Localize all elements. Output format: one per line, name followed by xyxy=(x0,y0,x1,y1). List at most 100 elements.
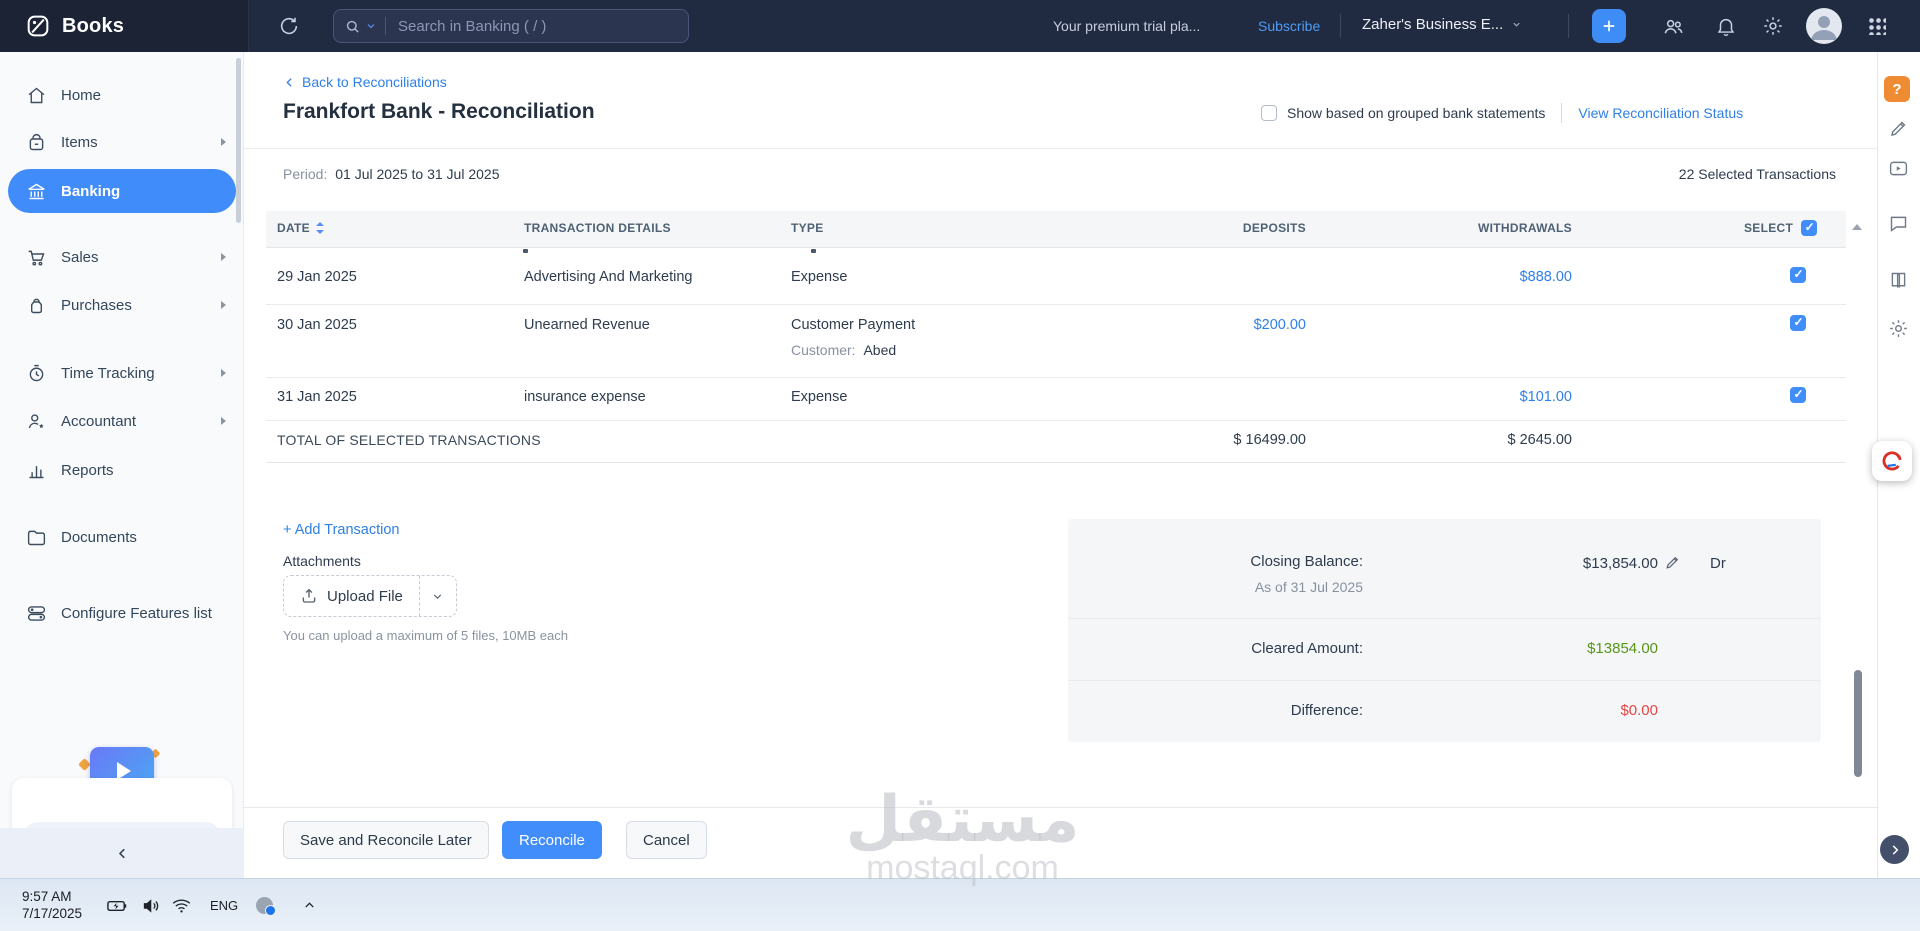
notifications-bell-icon[interactable] xyxy=(1715,15,1737,37)
strip-settings-gear-icon[interactable] xyxy=(1888,318,1909,339)
edit-pencil-icon[interactable] xyxy=(1664,554,1681,571)
divider xyxy=(244,148,1877,149)
settings-gear-icon[interactable] xyxy=(1762,15,1784,37)
table-row[interactable]: 30 Jan 2025 Unearned Revenue Customer Pa… xyxy=(266,304,1846,378)
battery-icon[interactable] xyxy=(106,879,129,931)
taskbar-clock[interactable]: 9:57 AM 7/17/2025 xyxy=(22,888,82,922)
column-header-type: TYPE xyxy=(791,221,824,235)
sidebar-item-items[interactable]: Items xyxy=(0,122,244,162)
expand-panel-button[interactable] xyxy=(1880,835,1909,864)
page-scrollbar-thumb[interactable] xyxy=(1854,670,1862,777)
grouped-statements-checkbox[interactable] xyxy=(1261,105,1277,121)
brand-area: Books xyxy=(0,0,249,52)
chevron-down-icon xyxy=(1511,19,1522,30)
difference-label: Difference: xyxy=(1068,702,1363,719)
top-navbar: Books Your premium trial pla... Subscrib… xyxy=(0,0,1920,52)
browser-extension-badge[interactable] xyxy=(1872,441,1912,481)
cleared-amount-label: Cleared Amount: xyxy=(1068,640,1363,657)
sidebar-item-sales[interactable]: Sales xyxy=(0,237,244,277)
search-input[interactable] xyxy=(396,17,678,36)
total-label: TOTAL OF SELECTED TRANSACTIONS xyxy=(277,432,541,448)
back-to-reconciliations-link[interactable]: Back to Reconciliations xyxy=(283,74,447,90)
user-avatar[interactable] xyxy=(1806,8,1842,44)
volume-icon[interactable] xyxy=(141,879,162,931)
help-button[interactable]: ? xyxy=(1884,76,1910,102)
wifi-icon[interactable] xyxy=(171,879,192,931)
sidebar-item-label: Time Tracking xyxy=(61,365,155,382)
documents-folder-icon xyxy=(26,527,47,548)
closing-balance-row: Closing Balance: As of 31 Jul 2025 $13,8… xyxy=(1068,519,1821,619)
sidebar-item-label: Reports xyxy=(61,462,114,479)
nav-divider xyxy=(1340,14,1341,38)
cell-date: 30 Jan 2025 xyxy=(277,317,357,333)
sidebar-collapse-button[interactable] xyxy=(0,828,244,878)
sidebar-item-purchases[interactable]: Purchases xyxy=(0,285,244,325)
reconcile-button[interactable]: Reconcile xyxy=(502,821,602,859)
sidebar-item-reports[interactable]: Reports xyxy=(0,450,244,490)
sidebar-item-label: Home xyxy=(61,87,101,104)
search-scope-chevron-icon[interactable] xyxy=(365,20,377,32)
total-deposits: $ 16499.00 xyxy=(1116,432,1306,448)
cleared-amount-row: Cleared Amount: $13854.00 xyxy=(1068,619,1821,681)
column-header-details: TRANSACTION DETAILS xyxy=(524,221,671,235)
sidebar-item-banking[interactable]: Banking xyxy=(8,169,236,213)
scroll-up-arrow[interactable] xyxy=(1852,224,1862,230)
global-search[interactable] xyxy=(333,9,689,43)
sidebar-item-time-tracking[interactable]: Time Tracking xyxy=(0,353,244,393)
sidebar-item-label: Sales xyxy=(61,249,99,266)
selected-transactions-count: 22 Selected Transactions xyxy=(1679,166,1836,182)
search-divider xyxy=(385,17,386,35)
deposit-amount-link[interactable]: $200.00 xyxy=(1116,317,1306,333)
closing-balance-value: $13,854.00 xyxy=(1418,555,1658,572)
invite-users-icon[interactable] xyxy=(1662,15,1685,38)
withdrawal-amount-link[interactable]: $888.00 xyxy=(1382,269,1572,285)
sort-icon[interactable] xyxy=(316,222,324,234)
sidebar-item-label: Purchases xyxy=(61,297,132,314)
table-row[interactable]: 31 Jan 2025 insurance expense Expense $1… xyxy=(266,377,1846,421)
sidebar-item-home[interactable]: Home xyxy=(0,75,244,115)
subscribe-link[interactable]: Subscribe xyxy=(1258,18,1320,34)
sidebar-item-accountant[interactable]: Accountant xyxy=(0,401,244,441)
main-content: Back to Reconciliations Frankfort Bank -… xyxy=(244,52,1877,878)
video-tutorials-icon[interactable] xyxy=(1888,158,1909,179)
knowledge-base-icon[interactable] xyxy=(1888,270,1909,291)
zoho-books-window: Books Your premium trial pla... Subscrib… xyxy=(0,0,1920,931)
upload-options-dropdown[interactable] xyxy=(420,576,456,616)
total-row: TOTAL OF SELECTED TRANSACTIONS $ 16499.0… xyxy=(266,420,1846,463)
save-and-reconcile-later-button[interactable]: Save and Reconcile Later xyxy=(283,821,489,859)
action-bar: Save and Reconcile Later Reconcile Cance… xyxy=(244,807,1877,879)
recent-history-icon[interactable] xyxy=(278,15,300,37)
sidebar-item-label: Items xyxy=(61,134,98,151)
add-transaction-link[interactable]: + Add Transaction xyxy=(283,522,399,538)
upload-file-button[interactable]: Upload File xyxy=(283,575,457,617)
organization-selector[interactable]: Zaher's Business E... xyxy=(1362,16,1522,33)
cancel-button[interactable]: Cancel xyxy=(626,821,707,859)
column-header-deposits: DEPOSITS xyxy=(1116,221,1306,235)
chevron-left-icon xyxy=(283,76,296,89)
plus-icon xyxy=(1600,17,1618,35)
tray-app-icon[interactable] xyxy=(256,879,273,931)
feedback-chat-icon[interactable] xyxy=(1888,213,1909,234)
sidebar-item-documents[interactable]: Documents xyxy=(0,517,244,557)
customize-pencil-icon[interactable] xyxy=(1888,118,1909,139)
apps-grid-icon[interactable] xyxy=(1868,17,1886,35)
select-all-checkbox[interactable] xyxy=(1801,220,1817,236)
language-indicator[interactable]: ENG xyxy=(210,879,238,931)
row-select-checkbox[interactable] xyxy=(1790,267,1806,283)
column-header-select: SELECT xyxy=(1744,220,1817,236)
column-header-date[interactable]: DATE xyxy=(277,221,324,235)
row-select-checkbox[interactable] xyxy=(1790,387,1806,403)
cell-type: Customer Payment xyxy=(791,317,915,333)
row-select-checkbox[interactable] xyxy=(1790,315,1806,331)
period-row: Period: 01 Jul 2025 to 31 Jul 2025 xyxy=(283,166,500,182)
upload-icon xyxy=(300,587,318,605)
chevron-right-icon xyxy=(221,369,226,377)
sync-arrows-icon xyxy=(1879,448,1905,474)
sidebar-item-configure-features[interactable]: Configure Features list xyxy=(0,593,244,633)
hidden-icons-chevron[interactable] xyxy=(302,879,317,931)
time-tracking-clock-icon xyxy=(26,363,47,384)
quick-create-button[interactable] xyxy=(1592,9,1626,43)
view-reconciliation-status-link[interactable]: View Reconciliation Status xyxy=(1578,105,1743,121)
table-row[interactable]: 29 Jan 2025 Advertising And Marketing Ex… xyxy=(266,255,1846,305)
withdrawal-amount-link[interactable]: $101.00 xyxy=(1382,389,1572,405)
